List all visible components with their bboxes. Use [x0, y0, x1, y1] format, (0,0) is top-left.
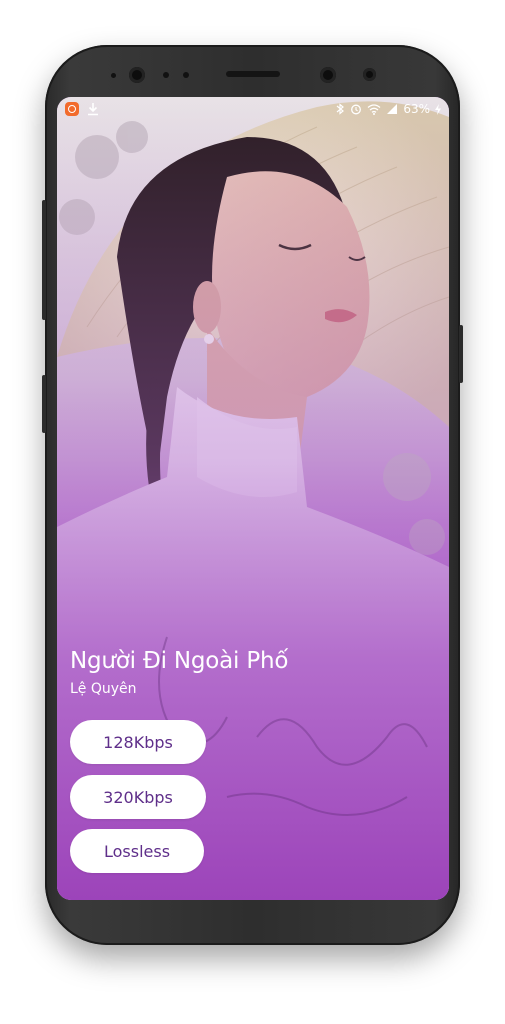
bixby-button: [42, 375, 46, 433]
app-screen: 63% Người Đi Ngoài Phố Lệ Quyên 128Kbps …: [57, 97, 449, 900]
device-mockup: 63% Người Đi Ngoài Phố Lệ Quyên 128Kbps …: [0, 0, 505, 1024]
front-camera-icon: [129, 67, 145, 83]
power-button: [459, 325, 463, 383]
earpiece-speaker: [226, 71, 280, 77]
wifi-icon: [367, 104, 381, 115]
quality-320kbps-button[interactable]: 320Kbps: [70, 775, 206, 819]
iris-scanner-icon: [320, 67, 336, 83]
quality-lossless-button[interactable]: Lossless: [70, 829, 204, 873]
sensor-dot: [163, 72, 169, 78]
battery-percentage: 63%: [403, 102, 430, 116]
signal-icon: [387, 104, 398, 114]
download-icon: [88, 103, 98, 116]
proximity-sensor-icon: [363, 68, 376, 81]
charging-icon: [435, 103, 441, 115]
song-title: Người Đi Ngoài Phố: [70, 648, 289, 674]
app-notification-icon: [65, 102, 79, 116]
quality-128kbps-button[interactable]: 128Kbps: [70, 720, 206, 764]
sensor-dot: [111, 73, 116, 78]
alarm-icon: [351, 104, 362, 115]
sensor-dot: [183, 72, 189, 78]
bluetooth-icon: [336, 103, 345, 115]
song-artist: Lệ Quyên: [70, 681, 137, 697]
status-bar: 63%: [57, 97, 449, 121]
volume-button: [42, 200, 46, 320]
